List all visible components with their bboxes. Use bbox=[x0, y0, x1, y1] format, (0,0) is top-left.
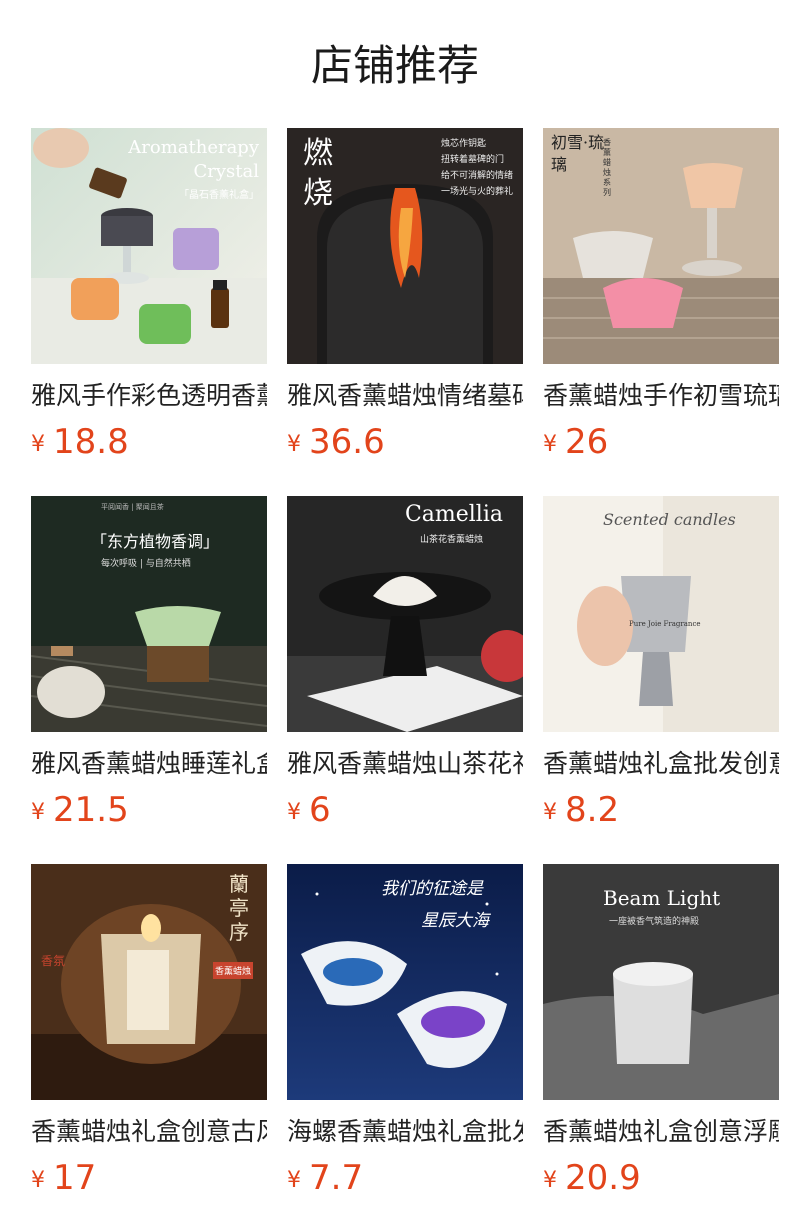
product-card[interactable]: 初雪·琉璃 香薰蜡烛系列 香薰蜡烛手作初雪琉璃 ¥26 bbox=[543, 128, 779, 465]
product-price: ¥36.6 bbox=[287, 422, 385, 462]
product-name[interactable]: 香薰蜡烛手作初雪琉璃 bbox=[543, 380, 779, 412]
product-image[interactable]: 「东方植物香调」 每次呼吸 | 与自然共栖 平阅闻香 | 聚闻且茶 bbox=[31, 496, 267, 732]
product-card[interactable]: Aromatherapy Crystal 「晶石香薰礼盒」 雅风手作彩色透明香薰… bbox=[31, 128, 267, 465]
currency-symbol: ¥ bbox=[287, 1168, 301, 1193]
product-card[interactable]: Beam Light 一座被香气筑造的神殿 香薰蜡烛礼盒创意浮雕 ¥20.9 bbox=[543, 864, 779, 1201]
product-price: ¥18.8 bbox=[31, 422, 129, 462]
section-header: 店铺推荐 bbox=[0, 0, 790, 128]
product-price: ¥26 bbox=[543, 422, 609, 462]
image-heading: 蘭亭序 bbox=[229, 872, 249, 944]
currency-symbol: ¥ bbox=[287, 800, 301, 825]
image-heading: Beam Light bbox=[603, 886, 721, 910]
image-heading: 「东方植物香调」 bbox=[91, 532, 220, 551]
product-image-camellia-candle bbox=[287, 496, 523, 732]
image-caption: Pure Joie Fragrance bbox=[629, 620, 701, 628]
image-heading: 初雪·琉璃 bbox=[551, 133, 605, 174]
product-card[interactable]: 「东方植物香调」 每次呼吸 | 与自然共栖 平阅闻香 | 聚闻且茶 雅风香薰蜡烛… bbox=[31, 496, 267, 833]
product-name[interactable]: 雅风香薰蜡烛情绪墓碑 bbox=[287, 380, 523, 412]
image-caption: 平阅闻香 | 聚闻且茶 bbox=[101, 503, 164, 511]
image-heading: Camellia bbox=[404, 502, 503, 527]
product-price: ¥21.5 bbox=[31, 790, 129, 830]
image-heading: 燃 烧 bbox=[303, 136, 333, 211]
product-image[interactable]: Camellia 山茶花香薰蜡烛 bbox=[287, 496, 523, 732]
product-image[interactable]: Aromatherapy Crystal 「晶石香薰礼盒」 bbox=[31, 128, 267, 364]
product-price: ¥8.2 bbox=[543, 790, 620, 830]
currency-symbol: ¥ bbox=[543, 1168, 557, 1193]
currency-symbol: ¥ bbox=[31, 800, 45, 825]
product-price: ¥7.7 bbox=[287, 1158, 364, 1198]
product-name[interactable]: 雅风手作彩色透明香薰晶石蜡烛 bbox=[31, 380, 267, 412]
currency-symbol: ¥ bbox=[543, 432, 557, 457]
product-card[interactable]: 燃 烧 烛芯作钥匙 扭转着墓碑的门 给不可消解的情绪 一场光与火的葬礼 雅风香薰… bbox=[287, 128, 523, 465]
product-card[interactable]: Scented candles Pure Joie Fragrance 香薰蜡烛… bbox=[543, 496, 779, 833]
product-name[interactable]: 雅风香薰蜡烛山茶花礼盒 bbox=[287, 748, 523, 780]
product-price: ¥6 bbox=[287, 790, 331, 830]
image-caption: 香薰蜡烛系列 bbox=[603, 138, 611, 197]
product-image[interactable]: Scented candles Pure Joie Fragrance bbox=[543, 496, 779, 732]
image-caption: Aromatherapy Crystal 「晶石香薰礼盒」 bbox=[128, 137, 259, 201]
product-card[interactable]: 蘭亭序 香氛 香薰蜡烛 香薰蜡烛礼盒创意古风 ¥17 bbox=[31, 864, 267, 1201]
image-caption: 一座被香气筑造的神殿 bbox=[609, 917, 700, 927]
image-badge: 香薰蜡烛 bbox=[212, 962, 253, 979]
product-name[interactable]: 香薰蜡烛礼盒批发创意 bbox=[543, 748, 779, 780]
image-heading: Scented candles bbox=[603, 510, 736, 529]
currency-symbol: ¥ bbox=[543, 800, 557, 825]
product-card[interactable]: Camellia 山茶花香薰蜡烛 雅风香薰蜡烛山茶花礼盒 ¥6 bbox=[287, 496, 523, 833]
product-image[interactable]: 燃 烧 烛芯作钥匙 扭转着墓碑的门 给不可消解的情绪 一场光与火的葬礼 bbox=[287, 128, 523, 364]
product-image-conch-candles bbox=[287, 864, 523, 1100]
product-price: ¥20.9 bbox=[543, 1158, 641, 1198]
image-caption: 每次呼吸 | 与自然共栖 bbox=[101, 559, 191, 569]
product-name[interactable]: 海螺香薰蜡烛礼盒批发 bbox=[287, 1116, 523, 1148]
product-image[interactable]: 蘭亭序 香氛 香薰蜡烛 bbox=[31, 864, 267, 1100]
image-caption: 香氛 bbox=[41, 954, 66, 968]
product-card[interactable]: 我们的征途是 星辰大海 海螺香薰蜡烛礼盒批发 ¥7.7 bbox=[287, 864, 523, 1201]
product-image[interactable]: Beam Light 一座被香气筑造的神殿 bbox=[543, 864, 779, 1100]
currency-symbol: ¥ bbox=[31, 432, 45, 457]
page-title: 店铺推荐 bbox=[310, 41, 479, 90]
image-caption: 山茶花香薰蜡烛 bbox=[419, 535, 483, 545]
image-caption: 烛芯作钥匙 扭转着墓碑的门 给不可消解的情绪 一场光与火的葬礼 bbox=[440, 139, 513, 197]
product-price: ¥17 bbox=[31, 1158, 97, 1198]
product-name[interactable]: 香薰蜡烛礼盒创意浮雕 bbox=[543, 1116, 779, 1148]
currency-symbol: ¥ bbox=[287, 432, 301, 457]
product-image-silver-candle bbox=[543, 496, 779, 732]
product-image[interactable]: 我们的征途是 星辰大海 bbox=[287, 864, 523, 1100]
product-name[interactable]: 香薰蜡烛礼盒创意古风 bbox=[31, 1116, 267, 1148]
product-image[interactable]: 初雪·琉璃 香薰蜡烛系列 bbox=[543, 128, 779, 364]
image-heading: 星辰大海 bbox=[421, 911, 489, 931]
image-heading: 我们的征途是 bbox=[381, 879, 483, 899]
currency-symbol: ¥ bbox=[31, 1168, 45, 1193]
product-name[interactable]: 雅风香薰蜡烛睡莲礼盒 bbox=[31, 748, 267, 780]
